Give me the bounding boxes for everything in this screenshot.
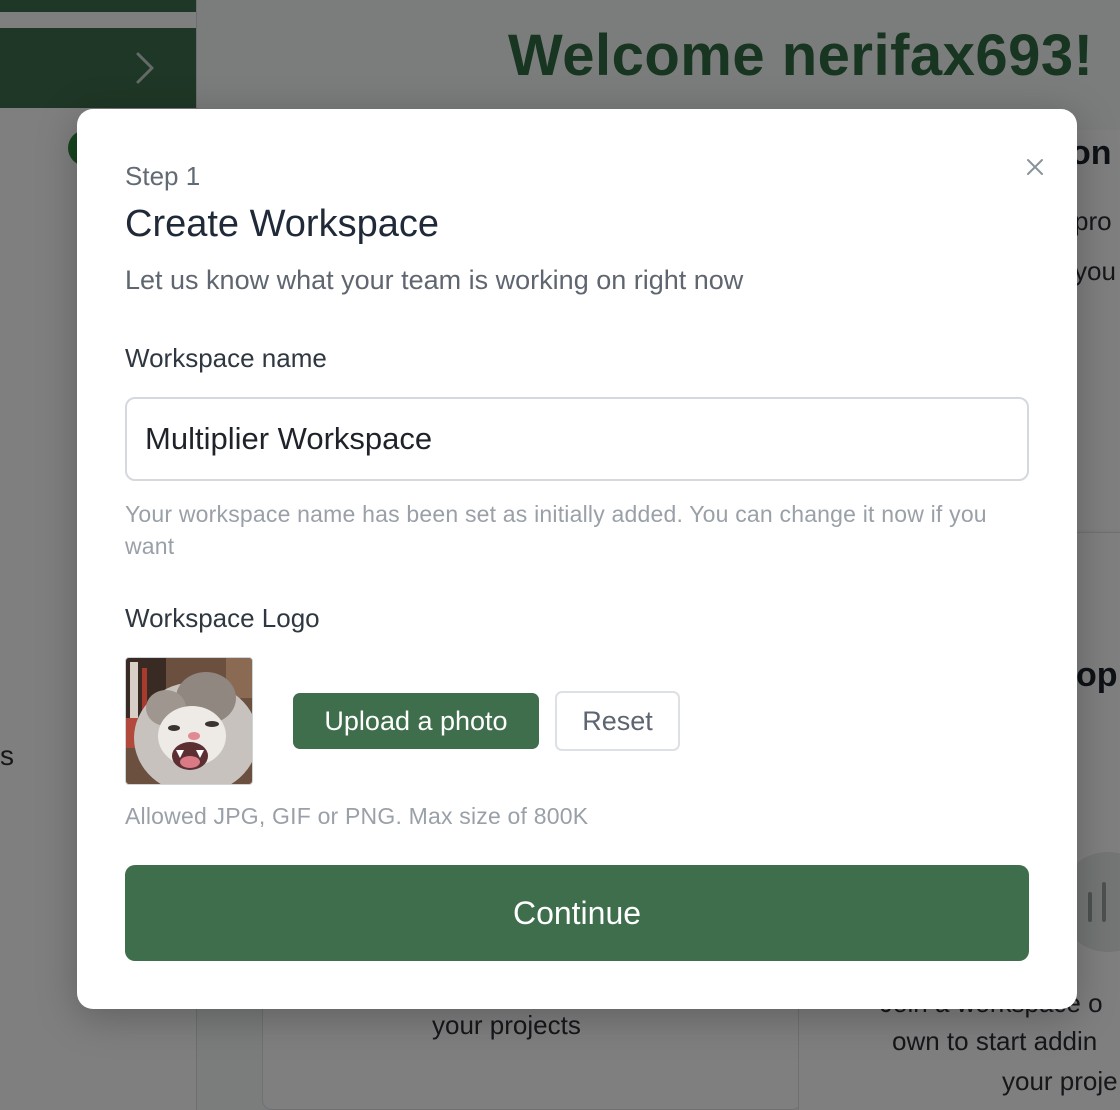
workspace-name-label: Workspace name [125,343,327,373]
workspace-name-help: Your workspace name has been set as init… [125,501,987,559]
reset-button[interactable]: Reset [555,691,680,751]
workspace-logo-label: Workspace Logo [125,603,320,633]
close-icon [1027,159,1043,175]
close-button[interactable] [1023,155,1047,179]
allowed-formats-text: Allowed JPG, GIF or PNG. Max size of 800… [125,803,589,829]
step-label: Step 1 [125,161,201,191]
continue-button[interactable]: Continue [125,865,1029,961]
cat-photo [126,658,252,784]
modal-title: Create Workspace [125,203,439,245]
workspace-name-input[interactable] [125,397,1029,481]
workspace-logo-image [125,657,253,785]
upload-photo-button[interactable]: Upload a photo [293,693,539,749]
create-workspace-modal: Step 1 Create Workspace Let us know what… [77,109,1077,1009]
modal-subtitle: Let us know what your team is working on… [125,265,744,295]
